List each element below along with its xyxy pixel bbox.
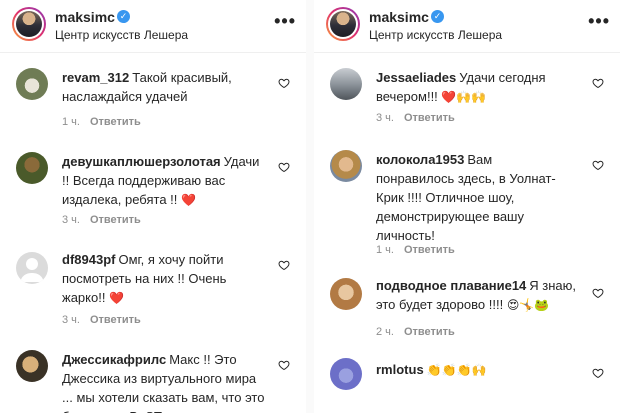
comment-emoji: 👏👏👏🙌 xyxy=(426,363,487,377)
comment-username[interactable]: Джессикафрилс xyxy=(62,352,166,367)
reply-button[interactable]: Ответить xyxy=(404,244,455,256)
reply-button[interactable]: Ответить xyxy=(90,116,141,128)
post-location[interactable]: Центр искусств Лешера xyxy=(55,28,188,42)
comment-time: 1 ч. xyxy=(376,244,394,256)
comment-username[interactable]: Jessaeliades xyxy=(376,70,456,85)
reply-button[interactable]: Ответить xyxy=(404,326,455,338)
heart-outline-icon[interactable] xyxy=(278,77,290,89)
comment-username[interactable]: колокола1953 xyxy=(376,152,464,167)
reply-button[interactable]: Ответить xyxy=(404,112,455,124)
panel-gap xyxy=(306,0,314,413)
comment-username[interactable]: revam_312 xyxy=(62,70,129,85)
heart-outline-icon[interactable] xyxy=(278,161,290,173)
commenter-avatar[interactable] xyxy=(330,150,362,182)
heart-outline-icon[interactable] xyxy=(592,77,604,89)
comment-username[interactable]: df8943pf xyxy=(62,252,115,267)
left-post-panel: maksimc ✓ Центр искусств Лешера ••• reva… xyxy=(0,0,306,413)
author-username[interactable]: maksimc xyxy=(369,9,429,25)
commenter-avatar[interactable] xyxy=(330,68,362,100)
default-avatar-icon xyxy=(20,258,44,282)
reply-button[interactable]: Ответить xyxy=(90,214,141,226)
heart-outline-icon[interactable] xyxy=(592,367,604,379)
comment-username[interactable]: девушкаплюшерзолотая xyxy=(62,154,221,169)
author-avatar[interactable] xyxy=(12,7,46,41)
commenter-avatar[interactable] xyxy=(16,152,48,184)
verified-badge-icon: ✓ xyxy=(117,10,130,23)
comment-emoji: ❤️ xyxy=(181,193,196,207)
comment-time: 2 ч. xyxy=(376,326,394,338)
comment-username[interactable]: подводное плавание14 xyxy=(376,278,526,293)
heart-outline-icon[interactable] xyxy=(278,359,290,371)
heart-outline-icon[interactable] xyxy=(592,287,604,299)
author-avatar[interactable] xyxy=(326,7,360,41)
comment-time: 3 ч. xyxy=(376,112,394,124)
more-options-icon[interactable]: ••• xyxy=(274,12,296,30)
divider xyxy=(314,52,620,53)
verified-badge-icon: ✓ xyxy=(431,10,444,23)
comment-time: 1 ч. xyxy=(62,116,80,128)
reply-button[interactable]: Ответить xyxy=(90,314,141,326)
post-location[interactable]: Центр искусств Лешера xyxy=(369,28,502,42)
author-username[interactable]: maksimc xyxy=(55,9,115,25)
commenter-avatar[interactable] xyxy=(330,358,362,390)
commenter-avatar[interactable] xyxy=(16,68,48,100)
right-post-panel: maksimc ✓ Центр искусств Лешера ••• Jess… xyxy=(314,0,620,413)
commenter-avatar[interactable] xyxy=(330,278,362,310)
post-header: maksimc ✓ Центр искусств Лешера ••• xyxy=(314,0,620,50)
comment-emoji: ❤️🙌🙌 xyxy=(441,90,487,104)
more-options-icon[interactable]: ••• xyxy=(588,12,610,30)
commenter-avatar[interactable] xyxy=(16,252,48,284)
divider xyxy=(0,52,306,53)
comment-emoji: ❤️ xyxy=(109,291,125,305)
comment-username[interactable]: rmlotus xyxy=(376,362,424,377)
heart-outline-icon[interactable] xyxy=(592,159,604,171)
comment-time: 3 ч. xyxy=(62,314,80,326)
post-header: maksimc ✓ Центр искусств Лешера ••• xyxy=(0,0,306,50)
commenter-avatar[interactable] xyxy=(16,350,48,382)
comment-time: 3 ч. xyxy=(62,214,80,226)
heart-outline-icon[interactable] xyxy=(278,259,290,271)
comment-emoji: 😍🤸🐸 xyxy=(506,298,550,312)
